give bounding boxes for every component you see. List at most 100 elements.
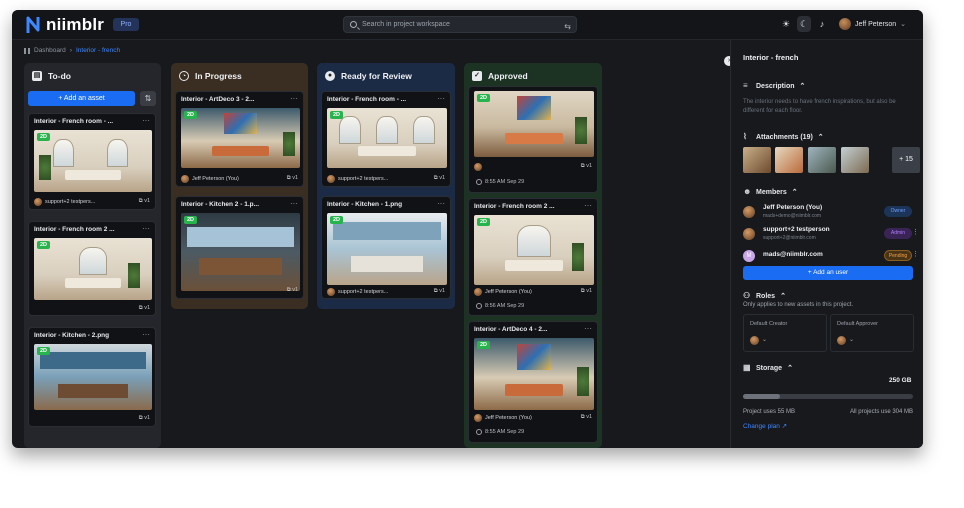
breadcrumb-separator: ›: [69, 47, 72, 54]
more-icon[interactable]: ···: [290, 199, 298, 208]
card-stats: ⧉ v1: [433, 288, 445, 294]
asset-thumbnail[interactable]: 2D: [327, 213, 447, 285]
role-badge: Owner: [884, 206, 912, 217]
storage-section-header[interactable]: ▦ Storage ⌃: [743, 364, 793, 373]
asset-thumbnail[interactable]: 2D: [34, 130, 152, 192]
avatar: [327, 288, 335, 296]
column-title: To-do: [48, 71, 71, 81]
card-user-name: support+2 testpers...: [338, 289, 389, 295]
attachment-thumbnail[interactable]: [743, 147, 771, 173]
avatar: [474, 414, 482, 422]
asset-card[interactable]: Interior - Kitchen - 1.png ··· 2D suppor…: [321, 196, 451, 299]
version-label: v1: [292, 175, 298, 181]
card-stats: ⧉ v1: [138, 198, 150, 204]
add-asset-button[interactable]: + Add an asset: [28, 91, 135, 106]
attachments-section-header[interactable]: ⌇ Attachments (19) ⌃: [743, 132, 824, 142]
card-user-name: support+2 testpers...: [45, 199, 96, 205]
asset-card[interactable]: Interior - French room - ... ··· 2D supp…: [321, 91, 451, 187]
search-icon: [350, 21, 357, 28]
logo[interactable]: niimblr: [26, 15, 104, 35]
attachment-thumbnail[interactable]: [808, 147, 836, 173]
column-approved: ✓ Approved 2D ⧉ v1 8:55 AM Sep 29 Interi…: [464, 63, 602, 448]
role-select[interactable]: Admin: [884, 228, 912, 239]
member-row: Jeff Peterson (You) mads+demo@niimblr.co…: [743, 204, 918, 222]
attachment-thumbnail[interactable]: [775, 147, 803, 173]
member-name: Jeff Peterson (You): [763, 204, 823, 211]
card-title: Interior - ArtDeco 3 - 2...: [181, 96, 255, 103]
change-plan-link[interactable]: Change plan ↗: [743, 422, 787, 430]
default-creator-select[interactable]: Default Creator ⌄: [743, 314, 827, 352]
asset-card[interactable]: Interior - French room - ... ··· 2D supp…: [28, 113, 156, 210]
card-stats: ⧉ v1: [286, 175, 298, 181]
more-icon[interactable]: ···: [290, 94, 298, 103]
card-stats: ⧉ v1: [580, 288, 592, 294]
avatar: [474, 163, 482, 171]
asset-card[interactable]: Interior - Kitchen - 2.png ··· 2D ⧉ v1: [28, 327, 156, 427]
timestamp-text: 8:56 AM Sep 29: [485, 303, 525, 309]
description-section-header[interactable]: ≡ Description ⌃: [743, 82, 806, 91]
asset-thumbnail[interactable]: 2D: [34, 344, 152, 410]
card-user-name: Jeff Peterson (You): [192, 176, 239, 182]
asset-thumbnail[interactable]: 2D: [474, 91, 594, 157]
member-email: mads+demo@niimblr.com: [763, 213, 822, 219]
roles-section-header[interactable]: ⚇ Roles ⌃: [743, 291, 786, 301]
more-icon[interactable]: ⋮: [912, 228, 919, 236]
clock-icon: [476, 303, 482, 309]
moon-icon[interactable]: ☾: [797, 16, 811, 32]
paperclip-icon: ⌇: [743, 132, 747, 141]
column-header: ● Ready for Review: [325, 71, 412, 81]
card-user-name: Jeff Peterson (You): [485, 415, 532, 421]
version-label: v1: [586, 288, 592, 294]
breadcrumb-root[interactable]: Dashboard: [34, 47, 66, 54]
breadcrumb-current[interactable]: Interior - french: [76, 47, 120, 54]
filter-icon[interactable]: ⇆: [564, 19, 571, 34]
asset-card[interactable]: 2D ⧉ v1 8:55 AM Sep 29: [468, 86, 598, 193]
chevron-up-icon: ⌃: [817, 134, 824, 141]
add-user-button[interactable]: + Add an user: [743, 266, 913, 280]
card-stats: ⧉ v1: [433, 175, 445, 181]
more-icon[interactable]: ···: [584, 324, 592, 333]
more-icon[interactable]: ···: [437, 94, 445, 103]
asset-thumbnail[interactable]: 2D: [474, 338, 594, 410]
card-title: Interior - French room 2 ...: [34, 226, 115, 233]
search-input[interactable]: Search in project workspace ⇆: [343, 16, 577, 33]
sun-icon[interactable]: ☀: [779, 16, 793, 32]
card-user: Jeff Peterson (You): [474, 288, 532, 296]
roles-icon: ⚇: [743, 291, 751, 300]
more-icon[interactable]: ···: [142, 116, 150, 125]
asset-thumbnail[interactable]: 2D: [327, 108, 447, 168]
asset-card[interactable]: Interior - French room 2 ... ··· 2D ⧉ v1: [28, 221, 156, 316]
attachment-thumbnail[interactable]: [841, 147, 869, 173]
asset-thumbnail[interactable]: 2D: [34, 238, 152, 300]
asset-thumbnail[interactable]: 2D: [181, 108, 300, 168]
more-icon[interactable]: ⋮: [912, 250, 919, 258]
asset-thumbnail[interactable]: 2D: [474, 215, 594, 285]
description-text[interactable]: The interior needs to have french inspir…: [743, 98, 913, 116]
more-icon[interactable]: ···: [142, 224, 150, 233]
asset-card[interactable]: Interior - ArtDeco 3 - 2... ··· 2D Jeff …: [175, 91, 304, 187]
more-icon[interactable]: ···: [584, 201, 592, 210]
bell-icon[interactable]: ♪: [815, 16, 829, 32]
user-menu[interactable]: Jeff Peterson ⌄: [839, 18, 906, 30]
sort-button[interactable]: ⇅: [140, 91, 156, 106]
app-name: niimblr: [46, 15, 105, 34]
asset-card[interactable]: Interior - Kitchen 2 - 1.p... ··· 2D ⧉ v…: [175, 196, 304, 299]
more-icon[interactable]: ···: [437, 199, 445, 208]
more-icon[interactable]: ···: [142, 330, 150, 339]
top-right-controls: ☀ ☾ ♪ Jeff Peterson ⌄: [779, 16, 906, 32]
asset-card[interactable]: Interior - French room 2 ... ··· 2D Jeff…: [468, 198, 598, 316]
card-stats: ⧉ v1: [286, 287, 298, 293]
members-section-header[interactable]: ☻ Members ⌃: [743, 188, 798, 197]
version-label: v1: [439, 288, 445, 294]
asset-card[interactable]: Interior - ArtDeco 4 - 2... ··· 2D Jeff …: [468, 321, 598, 443]
chevron-down-icon: ⌄: [849, 337, 855, 343]
chevron-up-icon: ⌃: [799, 83, 806, 90]
type-badge: 2D: [184, 111, 198, 119]
asset-thumbnail[interactable]: 2D: [181, 213, 300, 291]
avatar: [474, 288, 482, 296]
more-attachments[interactable]: + 15: [892, 147, 920, 173]
default-approver-select[interactable]: Default Approver ⌄: [830, 314, 914, 352]
column-ready-for-review: ● Ready for Review Interior - French roo…: [317, 63, 455, 309]
version-label: v1: [586, 163, 592, 169]
type-badge: 2D: [330, 111, 344, 119]
